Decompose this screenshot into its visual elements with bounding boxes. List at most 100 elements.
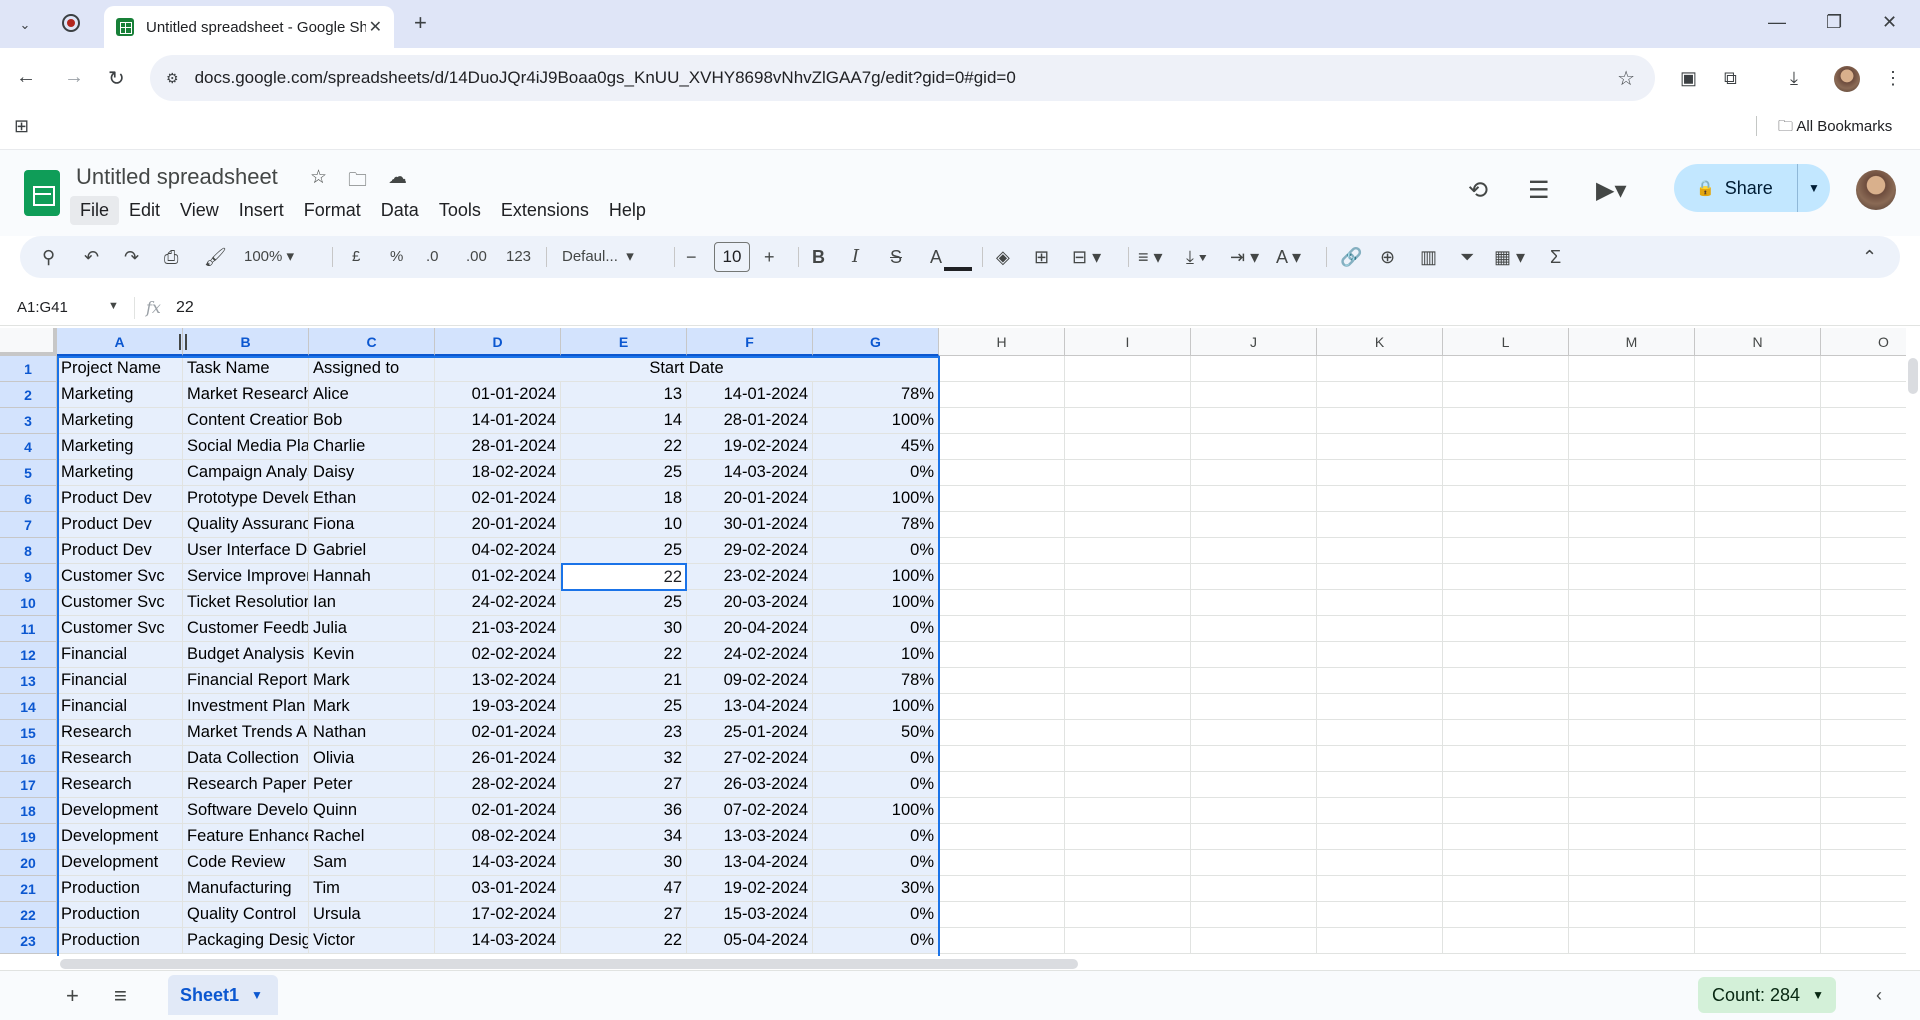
cell[interactable]: 13-02-2024 bbox=[435, 668, 561, 694]
cell[interactable] bbox=[939, 876, 1065, 902]
cell[interactable] bbox=[1821, 746, 1906, 772]
cell[interactable] bbox=[1065, 538, 1191, 564]
cell[interactable]: Social Media Plan bbox=[183, 434, 309, 460]
cell[interactable] bbox=[1821, 408, 1906, 434]
merge-cells-icon[interactable]: ⊟ ▾ bbox=[1072, 245, 1101, 269]
share-dropdown-icon[interactable]: ▼ bbox=[1798, 181, 1830, 195]
cell[interactable] bbox=[1317, 798, 1443, 824]
cell[interactable]: 14-01-2024 bbox=[435, 408, 561, 434]
forward-icon[interactable]: → bbox=[64, 66, 84, 89]
cell[interactable] bbox=[1443, 642, 1569, 668]
share-main[interactable]: 🔒 Share bbox=[1674, 164, 1798, 212]
cell[interactable]: 78% bbox=[813, 512, 939, 538]
cell[interactable] bbox=[1317, 902, 1443, 928]
cell[interactable] bbox=[1569, 642, 1695, 668]
cell[interactable]: 17-02-2024 bbox=[435, 902, 561, 928]
cell[interactable]: 25-01-2024 bbox=[687, 720, 813, 746]
format-currency-button[interactable]: £ bbox=[352, 245, 360, 269]
cell[interactable] bbox=[1569, 850, 1695, 876]
tab-close-icon[interactable]: ✕ bbox=[369, 17, 382, 37]
cell[interactable] bbox=[1317, 382, 1443, 408]
cell[interactable]: 47 bbox=[561, 876, 687, 902]
cell[interactable] bbox=[1443, 434, 1569, 460]
cell[interactable] bbox=[939, 460, 1065, 486]
print-icon[interactable]: ⎙ bbox=[164, 245, 178, 269]
cell[interactable]: 10 bbox=[561, 512, 687, 538]
cell[interactable]: Product Dev bbox=[57, 538, 183, 564]
cell[interactable]: 100% bbox=[813, 798, 939, 824]
cell[interactable] bbox=[1065, 902, 1191, 928]
column-header-j[interactable]: J bbox=[1191, 328, 1317, 356]
cell[interactable] bbox=[1569, 668, 1695, 694]
cell[interactable] bbox=[1695, 356, 1821, 382]
cell[interactable] bbox=[1443, 772, 1569, 798]
cell[interactable]: Production bbox=[57, 902, 183, 928]
cell[interactable]: 26-03-2024 bbox=[687, 772, 813, 798]
cell[interactable] bbox=[939, 902, 1065, 928]
cell[interactable]: 05-04-2024 bbox=[687, 928, 813, 954]
cell[interactable] bbox=[1443, 720, 1569, 746]
cell[interactable] bbox=[1443, 850, 1569, 876]
name-box-dropdown-icon[interactable]: ▼ bbox=[108, 300, 119, 312]
menu-extensions[interactable]: Extensions bbox=[491, 196, 599, 225]
cell[interactable]: Development bbox=[57, 798, 183, 824]
cell[interactable]: Mark bbox=[309, 668, 435, 694]
cell[interactable]: 02-01-2024 bbox=[435, 798, 561, 824]
cell[interactable]: Financial Report bbox=[183, 668, 309, 694]
column-header-c[interactable]: C bbox=[309, 328, 435, 356]
row-header[interactable]: 9 bbox=[0, 564, 57, 590]
menu-view[interactable]: View bbox=[170, 196, 229, 225]
cell[interactable] bbox=[1317, 850, 1443, 876]
cell[interactable]: 24-02-2024 bbox=[687, 642, 813, 668]
cell[interactable]: Alice bbox=[309, 382, 435, 408]
format-percent-button[interactable]: % bbox=[390, 245, 403, 269]
cell[interactable]: 28-01-2024 bbox=[687, 408, 813, 434]
cell[interactable] bbox=[1443, 538, 1569, 564]
cell[interactable]: Customer Svc bbox=[57, 564, 183, 590]
cell[interactable]: Campaign Analysis bbox=[183, 460, 309, 486]
cell[interactable]: 78% bbox=[813, 668, 939, 694]
cell[interactable]: Quality Control bbox=[183, 902, 309, 928]
redo-icon[interactable]: ↷ bbox=[124, 245, 139, 269]
cell[interactable]: 22 bbox=[561, 928, 687, 954]
cell[interactable]: 13 bbox=[561, 382, 687, 408]
cell[interactable]: Product Dev bbox=[57, 512, 183, 538]
cell[interactable] bbox=[1569, 460, 1695, 486]
cell[interactable] bbox=[1821, 538, 1906, 564]
font-size-input[interactable]: 10 bbox=[714, 242, 750, 272]
functions-icon[interactable]: Σ bbox=[1550, 245, 1561, 269]
cell[interactable]: Olivia bbox=[309, 746, 435, 772]
cell[interactable]: Sam bbox=[309, 850, 435, 876]
all-sheets-icon[interactable]: ≡ bbox=[114, 983, 127, 1009]
cell[interactable]: Julia bbox=[309, 616, 435, 642]
cell[interactable] bbox=[939, 642, 1065, 668]
version-history-icon[interactable]: ⟲ bbox=[1468, 176, 1488, 205]
cell[interactable]: Victor bbox=[309, 928, 435, 954]
cell[interactable] bbox=[1569, 876, 1695, 902]
vertical-scrollbar[interactable] bbox=[1906, 356, 1920, 956]
cell[interactable] bbox=[1191, 694, 1317, 720]
cell[interactable] bbox=[1191, 434, 1317, 460]
cell[interactable] bbox=[1695, 694, 1821, 720]
cell[interactable] bbox=[1821, 616, 1906, 642]
extensions-icon[interactable]: ⧉ bbox=[1724, 68, 1737, 89]
cell[interactable]: Software Development bbox=[183, 798, 309, 824]
cell[interactable]: 25 bbox=[561, 460, 687, 486]
increase-decimal-button[interactable]: .00 bbox=[466, 245, 487, 269]
cell[interactable] bbox=[1821, 642, 1906, 668]
cell[interactable]: Marketing bbox=[57, 408, 183, 434]
minimize-icon[interactable]: — bbox=[1768, 12, 1786, 33]
cell[interactable]: 0% bbox=[813, 460, 939, 486]
column-header-b[interactable]: B bbox=[183, 328, 309, 356]
cell[interactable] bbox=[1695, 902, 1821, 928]
cell[interactable] bbox=[1695, 434, 1821, 460]
cell[interactable] bbox=[1317, 512, 1443, 538]
cell[interactable] bbox=[1569, 616, 1695, 642]
cell[interactable]: Mark bbox=[309, 694, 435, 720]
row-header[interactable]: 17 bbox=[0, 772, 57, 798]
cell[interactable] bbox=[1821, 720, 1906, 746]
cell[interactable]: Bob bbox=[309, 408, 435, 434]
column-header-o[interactable]: O bbox=[1821, 328, 1906, 356]
cell[interactable]: 23 bbox=[561, 720, 687, 746]
cell[interactable] bbox=[1317, 746, 1443, 772]
